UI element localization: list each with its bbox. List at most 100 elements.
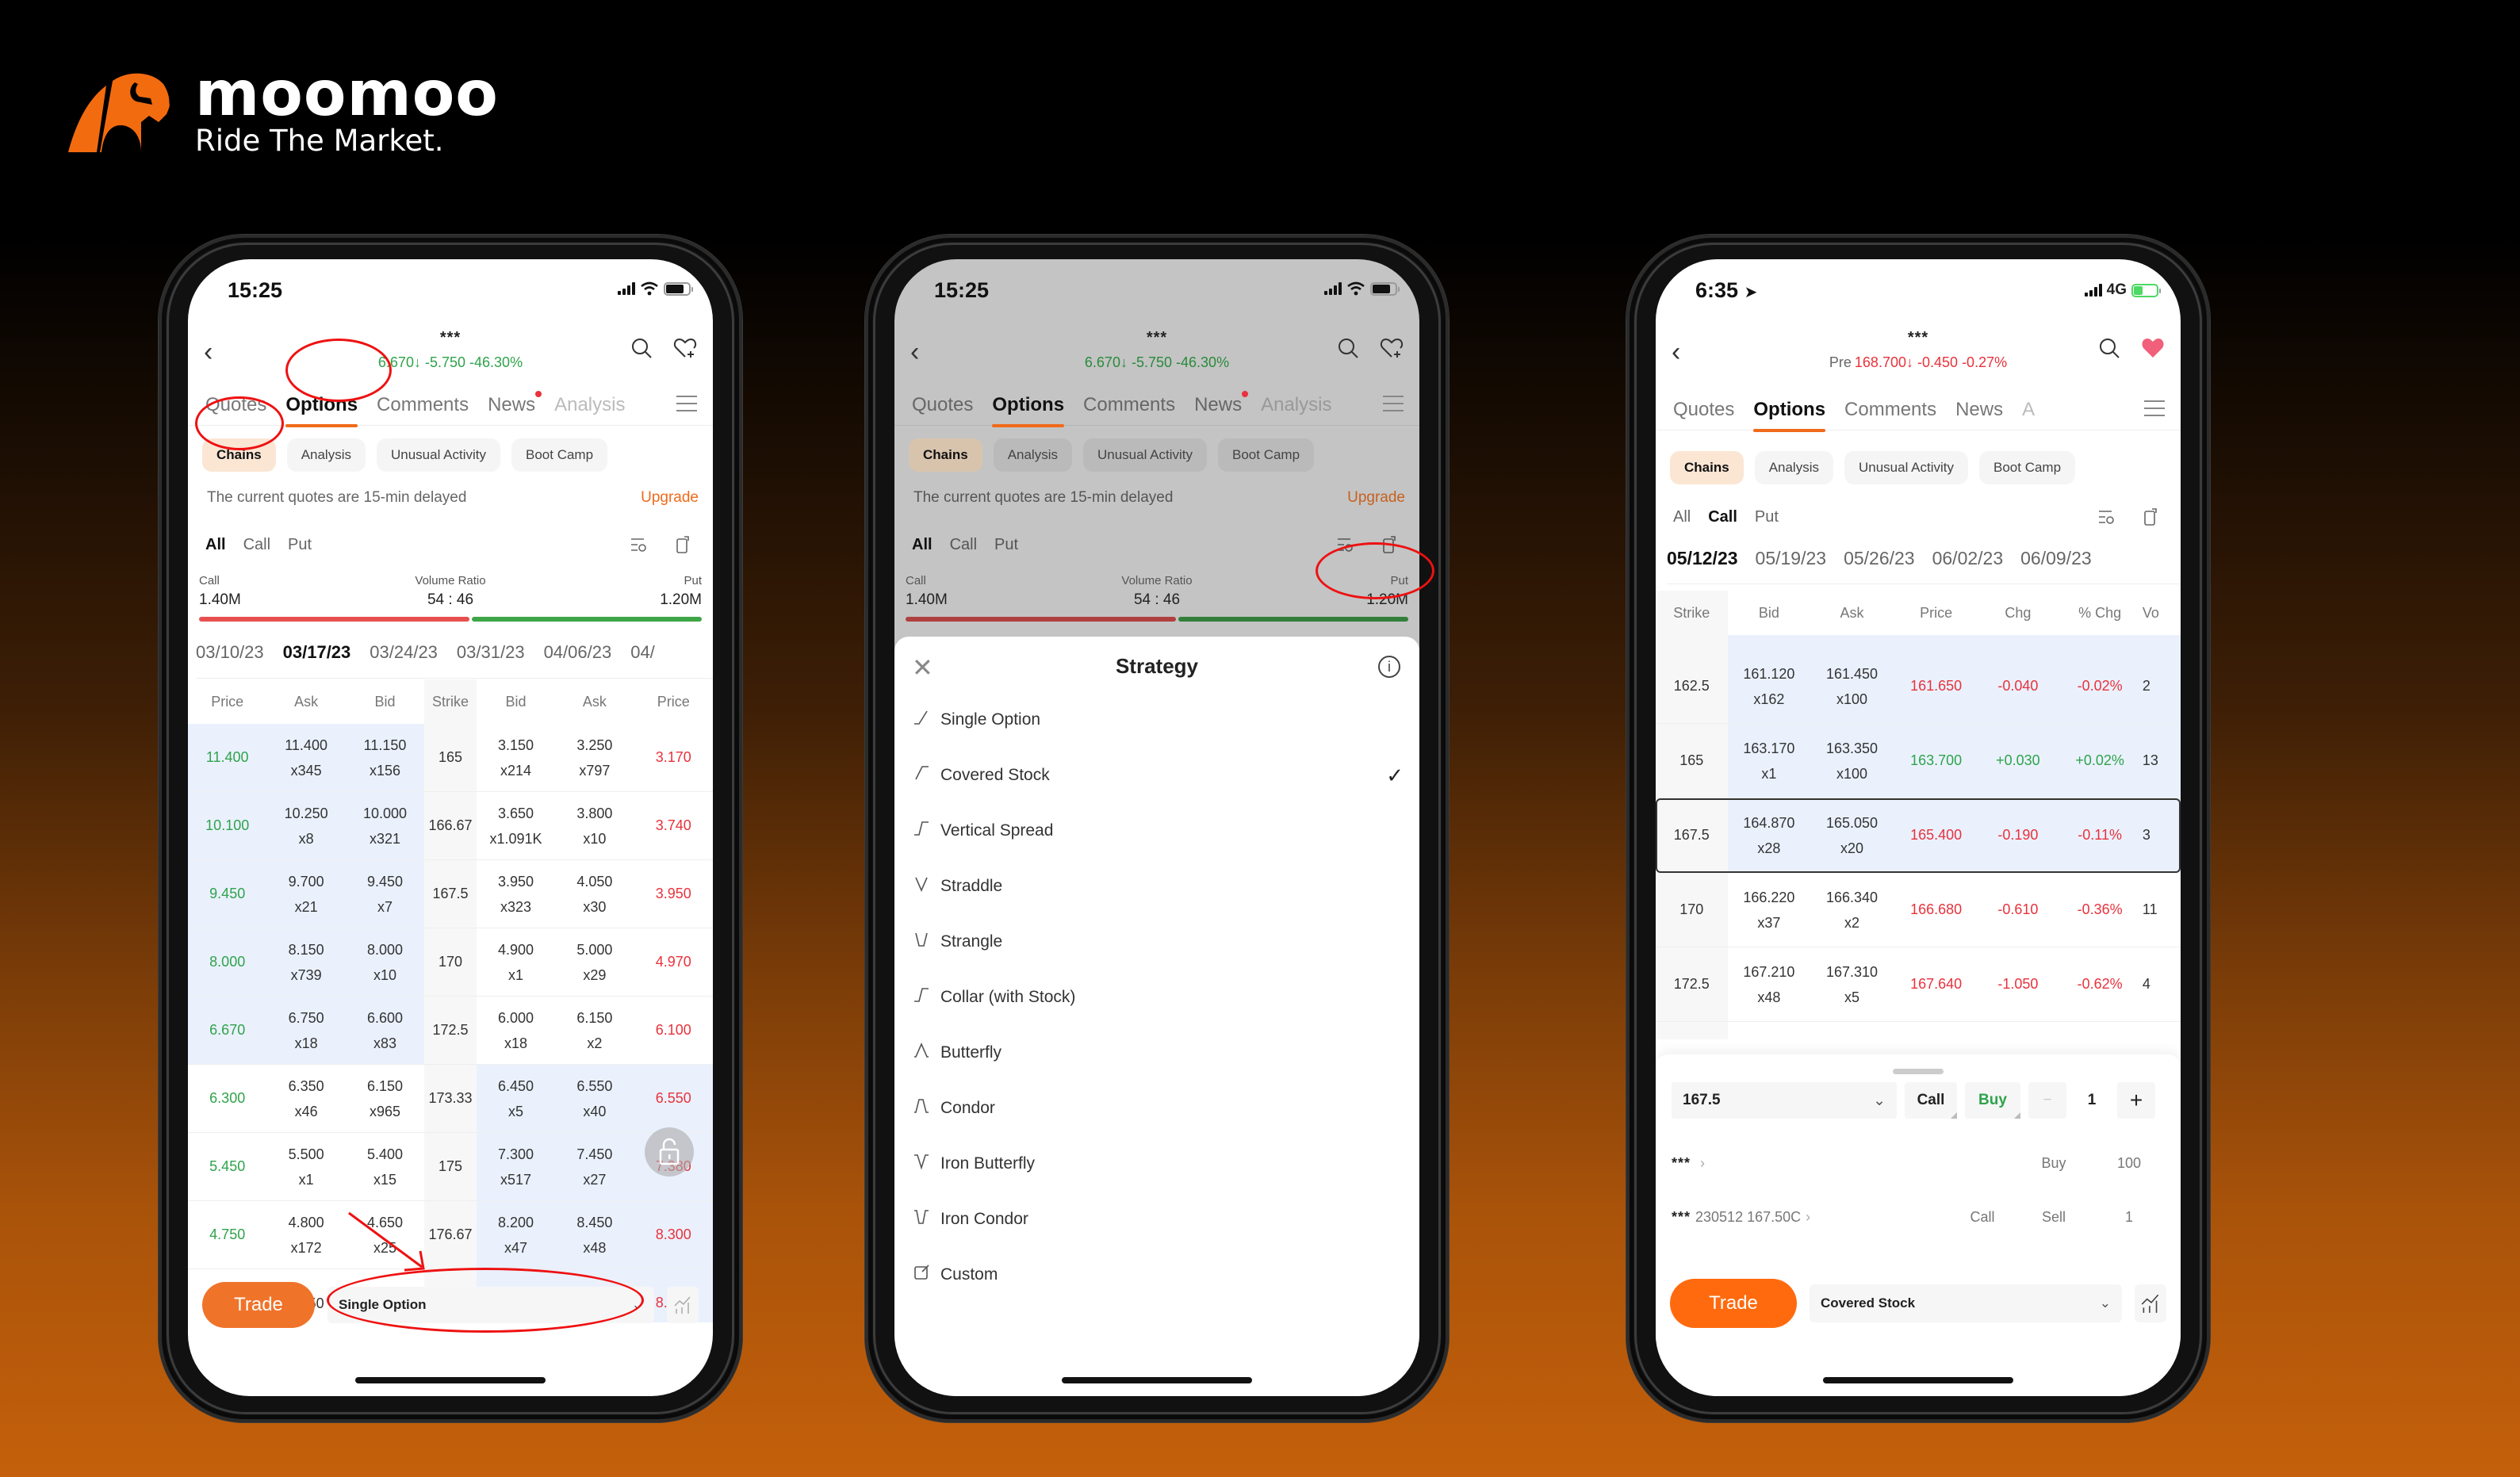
analysis-chart-button[interactable] (2135, 1284, 2166, 1322)
pill-chains[interactable]: Chains (202, 438, 276, 472)
column-settings-icon[interactable] (629, 535, 648, 554)
table-row[interactable]: 165 163.170 x1 163.350 x100 163.700 +0.030 +0.0… (1656, 724, 2181, 798)
pill-boot-camp[interactable]: Boot Camp (1218, 438, 1315, 472)
expiry-date-tab[interactable]: 05/19/23 (1756, 548, 1827, 584)
filter-call[interactable]: Call (950, 536, 977, 554)
pill-boot-camp[interactable]: Boot Camp (1979, 451, 2076, 484)
tab-comments[interactable]: Comments (377, 394, 469, 416)
table-row[interactable]: 6.300 6.350 x46 6.150 x965 173.33 6.450 x5 6.550… (188, 1065, 713, 1133)
tab-analysis[interactable]: Analysis (554, 394, 625, 416)
table-row[interactable]: 4.750 4.800 x172 4.650 x25 176.67 8.200 x47 8.45… (188, 1201, 713, 1269)
search-icon[interactable] (1337, 337, 1359, 359)
filter-call[interactable]: Call (243, 536, 270, 554)
filter-put[interactable]: Put (994, 536, 1018, 554)
pill-analysis[interactable]: Analysis (993, 438, 1072, 472)
tab-quotes[interactable]: Quotes (1673, 399, 1734, 421)
trade-button[interactable]: Trade (1670, 1279, 1797, 1328)
expiry-date-tab[interactable]: 03/31/23 (457, 642, 525, 678)
pill-unusual-activity[interactable]: Unusual Activity (377, 438, 500, 472)
tab-news[interactable]: News (1194, 390, 1249, 416)
tab-comments[interactable]: Comments (1083, 394, 1175, 416)
pill-analysis[interactable]: Analysis (286, 438, 366, 472)
tab-options[interactable]: Options (992, 394, 1064, 427)
expiry-date-tab[interactable]: 03/10/23 (196, 642, 264, 678)
rotate-screen-icon[interactable] (673, 535, 692, 554)
upgrade-link[interactable]: Upgrade (641, 489, 699, 507)
rotate-screen-icon[interactable] (2141, 507, 2160, 526)
tab-quotes[interactable]: Quotes (205, 394, 266, 416)
table-row[interactable]: 162.5 161.120 x162 161.450 x100 161.650 -0.040… (1656, 649, 2181, 724)
tab-options[interactable]: Options (1753, 399, 1825, 432)
strategy-option[interactable]: Condor (910, 1081, 1404, 1136)
tab-quotes[interactable]: Quotes (912, 394, 973, 416)
order-leg[interactable]: *** 230512 167.50C › Call Sell 1 (1672, 1190, 2165, 1244)
column-settings-icon[interactable] (2097, 507, 2116, 526)
pill-unusual-activity[interactable]: Unusual Activity (1083, 438, 1207, 472)
strategy-select[interactable]: Covered Stock ⌄ (1810, 1284, 2122, 1322)
side-toggle[interactable]: Buy (1965, 1082, 2020, 1119)
strategy-option[interactable]: Collar (with Stock) (910, 970, 1404, 1025)
strategy-option[interactable]: Single Option (910, 692, 1404, 748)
tab-analysis[interactable]: A (2022, 399, 2035, 421)
table-row[interactable]: 8.000 8.150 x739 8.000 x10 170 4.900 x1 5.000 x29… (188, 928, 713, 997)
pill-unusual-activity[interactable]: Unusual Activity (1844, 451, 1968, 484)
leg-name[interactable]: *** 230512 167.50C › (1672, 1209, 1951, 1226)
table-row[interactable]: 167.840167.940 (1656, 1022, 2181, 1039)
tab-options[interactable]: Options (285, 394, 358, 427)
add-watchlist-icon[interactable] (673, 337, 697, 359)
strategy-option[interactable]: Iron Butterfly (910, 1136, 1404, 1192)
menu-icon[interactable] (676, 396, 697, 411)
expiry-date-tab[interactable]: 05/26/23 (1844, 548, 1915, 584)
expiry-date-tab[interactable]: 06/09/23 (2020, 548, 2092, 584)
expiry-date-tab[interactable]: 06/02/23 (1932, 548, 2004, 584)
trade-button[interactable]: Trade (202, 1282, 315, 1328)
info-icon[interactable]: i (1378, 656, 1400, 678)
drag-handle[interactable] (1893, 1069, 1944, 1074)
pill-chains[interactable]: Chains (1670, 451, 1744, 484)
pill-analysis[interactable]: Analysis (1754, 451, 1833, 484)
strategy-option[interactable]: Strangle (910, 914, 1404, 970)
filter-all[interactable]: All (205, 536, 226, 554)
strategy-option[interactable]: Vertical Spread (910, 803, 1404, 859)
qty-value[interactable]: 1 (2074, 1092, 2109, 1109)
filter-put[interactable]: Put (1755, 508, 1779, 526)
filter-put[interactable]: Put (288, 536, 312, 554)
order-leg[interactable]: *** › Buy 100 (1672, 1136, 2165, 1190)
tab-news[interactable]: News (488, 390, 542, 416)
strike-select[interactable]: 167.5 ⌄ (1672, 1082, 1897, 1119)
add-watchlist-icon[interactable] (1380, 337, 1404, 359)
table-row[interactable]: 6.670 6.750 x18 6.600 x83 172.5 6.000 x18 6.150 x… (188, 997, 713, 1065)
qty-decrement-button[interactable]: − (2028, 1082, 2066, 1119)
upgrade-link[interactable]: Upgrade (1347, 489, 1405, 507)
menu-icon[interactable] (1383, 396, 1404, 411)
expiry-date-tab[interactable]: 05/12/23 (1667, 548, 1738, 584)
search-icon[interactable] (630, 337, 653, 359)
strategy-option[interactable]: Iron Condor (910, 1192, 1404, 1247)
table-row[interactable]: 9.450 9.700 x21 9.450 x7 167.5 3.950 x323 4.050 x… (188, 860, 713, 928)
tab-news[interactable]: News (1955, 399, 2003, 421)
strategy-option[interactable]: Custom (910, 1247, 1404, 1303)
filter-all[interactable]: All (1673, 508, 1691, 526)
column-settings-icon[interactable] (1335, 535, 1354, 554)
leg-name[interactable]: *** › (1672, 1155, 1951, 1172)
analysis-chart-button[interactable] (667, 1287, 699, 1323)
expiry-date-tab[interactable]: 04/ (630, 642, 655, 678)
table-row[interactable]: 10.100 10.250 x8 10.000 x321 166.67 3.650 x1.09… (188, 792, 713, 860)
table-row[interactable]: 170 166.220 x37 166.340 x2 166.680 -0.610 -0.36… (1656, 873, 2181, 947)
pill-boot-camp[interactable]: Boot Camp (511, 438, 608, 472)
option-type-toggle[interactable]: Call (1905, 1082, 1957, 1119)
strategy-option[interactable]: Straddle (910, 859, 1404, 914)
table-row[interactable]: 172.5 167.210 x48 167.310 x5 167.640 -1.050 -0.… (1656, 947, 2181, 1022)
qty-increment-button[interactable]: + (2117, 1082, 2155, 1119)
tab-comments[interactable]: Comments (1844, 399, 1936, 421)
table-row[interactable]: 5.450 5.500 x1 5.400 x15 175 7.300 x517 7.450 x27… (188, 1133, 713, 1201)
expiry-date-tab[interactable]: 03/24/23 (370, 642, 438, 678)
rotate-screen-icon[interactable] (1380, 535, 1399, 554)
strategy-select[interactable]: Single Option ⌄ (327, 1287, 654, 1323)
search-icon[interactable] (2098, 337, 2120, 359)
strategy-option[interactable]: Covered Stock ✓ (910, 748, 1404, 803)
pill-chains[interactable]: Chains (909, 438, 982, 472)
filter-call[interactable]: Call (1708, 508, 1737, 526)
unlock-button[interactable] (645, 1127, 694, 1177)
expiry-date-tab[interactable]: 04/06/23 (544, 642, 612, 678)
